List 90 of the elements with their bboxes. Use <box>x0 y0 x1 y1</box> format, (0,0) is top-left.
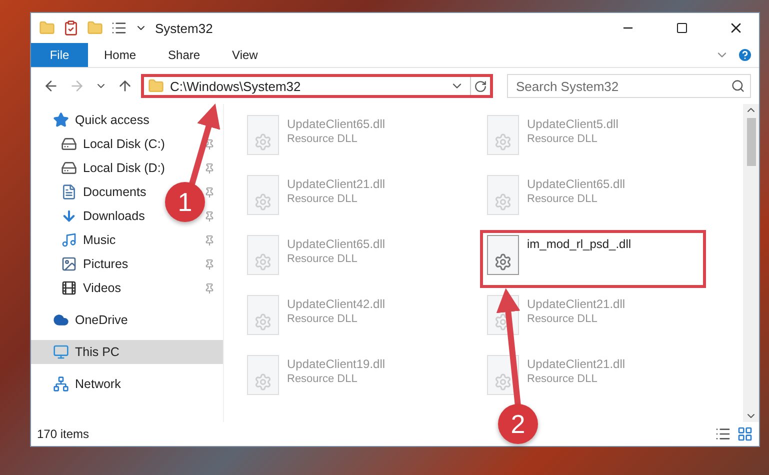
sidebar-item[interactable]: Videos <box>31 276 129 300</box>
sidebar-item[interactable]: This PC <box>31 340 223 364</box>
file-icon <box>247 235 279 275</box>
sidebar-item-label: OneDrive <box>75 313 128 327</box>
pin-icon[interactable] <box>204 258 215 270</box>
file-icon <box>487 175 519 215</box>
file-name: im_mod_rl_psd_.dll <box>527 237 632 251</box>
file-name: UpdateClient65.dll <box>287 117 386 131</box>
sidebar-item-label: Network <box>75 377 121 391</box>
cloud-icon <box>53 312 69 328</box>
search-icon[interactable] <box>731 79 745 93</box>
pin-icon[interactable] <box>204 282 215 294</box>
ribbon-tab[interactable]: Share <box>152 43 216 67</box>
sidebar-item-label: Videos <box>83 281 121 295</box>
file-icon <box>247 355 279 395</box>
file-type: Resource DLL <box>287 373 358 385</box>
sidebar-item-label: Music <box>83 233 116 247</box>
pin-icon[interactable] <box>204 162 215 174</box>
ribbon-tab[interactable]: Home <box>88 43 152 67</box>
file-name: UpdateClient5.dll <box>527 117 618 131</box>
sidebar-item[interactable]: Downloads <box>31 204 153 228</box>
help-icon[interactable] <box>737 47 753 63</box>
picture-icon <box>61 256 77 272</box>
drive-icon <box>61 160 77 176</box>
drive-icon <box>61 136 77 152</box>
sidebar-item-label: Local Disk (D:) <box>83 161 165 175</box>
file-type: Resource DLL <box>527 313 598 325</box>
file-item[interactable]: im_mod_rl_psd_.dll <box>480 230 706 288</box>
file-type: Resource DLL <box>527 133 598 145</box>
ribbon-tab[interactable]: View <box>216 43 274 67</box>
window-title: System32 <box>155 20 214 36</box>
sidebar-item-label: This PC <box>75 345 120 359</box>
file-name: UpdateClient21.dll <box>527 357 626 371</box>
file-type: Resource DLL <box>287 253 358 265</box>
sidebar-item-label: Local Disk (C:) <box>83 137 165 151</box>
up-arrow-icon <box>117 78 133 94</box>
file-name: UpdateClient65.dll <box>287 237 386 251</box>
file-name: UpdateClient65.dll <box>527 177 626 191</box>
sidebar-item[interactable]: OneDrive <box>31 308 136 332</box>
file-name: UpdateClient21.dll <box>527 297 626 311</box>
sidebar-item[interactable]: Local Disk (C:) <box>31 132 173 156</box>
file-name: UpdateClient19.dll <box>287 357 386 371</box>
folder-icon <box>148 78 164 94</box>
forward-arrow-icon <box>69 78 85 94</box>
list-icon[interactable] <box>111 20 127 36</box>
scrollbar[interactable] <box>743 104 759 422</box>
network-icon <box>53 376 69 392</box>
sidebar-item[interactable]: Music <box>31 228 124 252</box>
address-bar[interactable]: C:\Windows\System32 <box>141 74 493 98</box>
file-icon <box>487 115 519 155</box>
file-type: Resource DLL <box>287 133 358 145</box>
sidebar-item-label: Pictures <box>83 257 128 271</box>
sidebar-item[interactable]: Network <box>31 372 129 396</box>
file-type: Resource DLL <box>287 313 358 325</box>
sidebar-item[interactable]: Quick access <box>31 108 158 132</box>
file-type: Resource DLL <box>527 373 598 385</box>
download-icon <box>61 208 77 224</box>
pin-icon[interactable] <box>204 210 215 222</box>
file-icon <box>247 295 279 335</box>
file-name: UpdateClient21.dll <box>287 177 386 191</box>
large-icons-view-icon[interactable] <box>737 426 753 442</box>
details-view-icon[interactable] <box>715 426 731 442</box>
ribbon-tab[interactable]: File <box>31 43 88 67</box>
sidebar-item[interactable]: Local Disk (D:) <box>31 156 173 180</box>
maximize-icon <box>676 22 688 34</box>
file-icon <box>247 115 279 155</box>
file-type: Resource DLL <box>287 193 358 205</box>
refresh-icon <box>474 80 487 92</box>
properties-icon[interactable] <box>63 20 79 36</box>
star-icon <box>53 112 69 128</box>
file-type: Resource DLL <box>527 193 598 205</box>
document-icon <box>61 184 77 200</box>
pin-icon[interactable] <box>204 186 215 198</box>
music-icon <box>61 232 77 248</box>
file-icon <box>487 235 519 275</box>
search-field[interactable]: Search System32 <box>507 74 751 98</box>
sidebar-item-label: Downloads <box>83 209 145 223</box>
pin-icon[interactable] <box>204 234 215 246</box>
scroll-thumb[interactable] <box>746 118 756 166</box>
file-icon <box>247 175 279 215</box>
film-icon <box>61 280 77 296</box>
address-path: C:\Windows\System32 <box>170 78 302 94</box>
sidebar-item[interactable]: Documents <box>31 180 154 204</box>
monitor-icon <box>53 344 69 360</box>
pin-icon[interactable] <box>204 138 215 150</box>
item-count: 170 items <box>37 427 90 441</box>
sidebar-item[interactable]: Pictures <box>31 252 136 276</box>
sidebar-item-label: Quick access <box>75 113 150 127</box>
file-name: UpdateClient42.dll <box>287 297 386 311</box>
sidebar-item-label: Documents <box>83 185 146 199</box>
